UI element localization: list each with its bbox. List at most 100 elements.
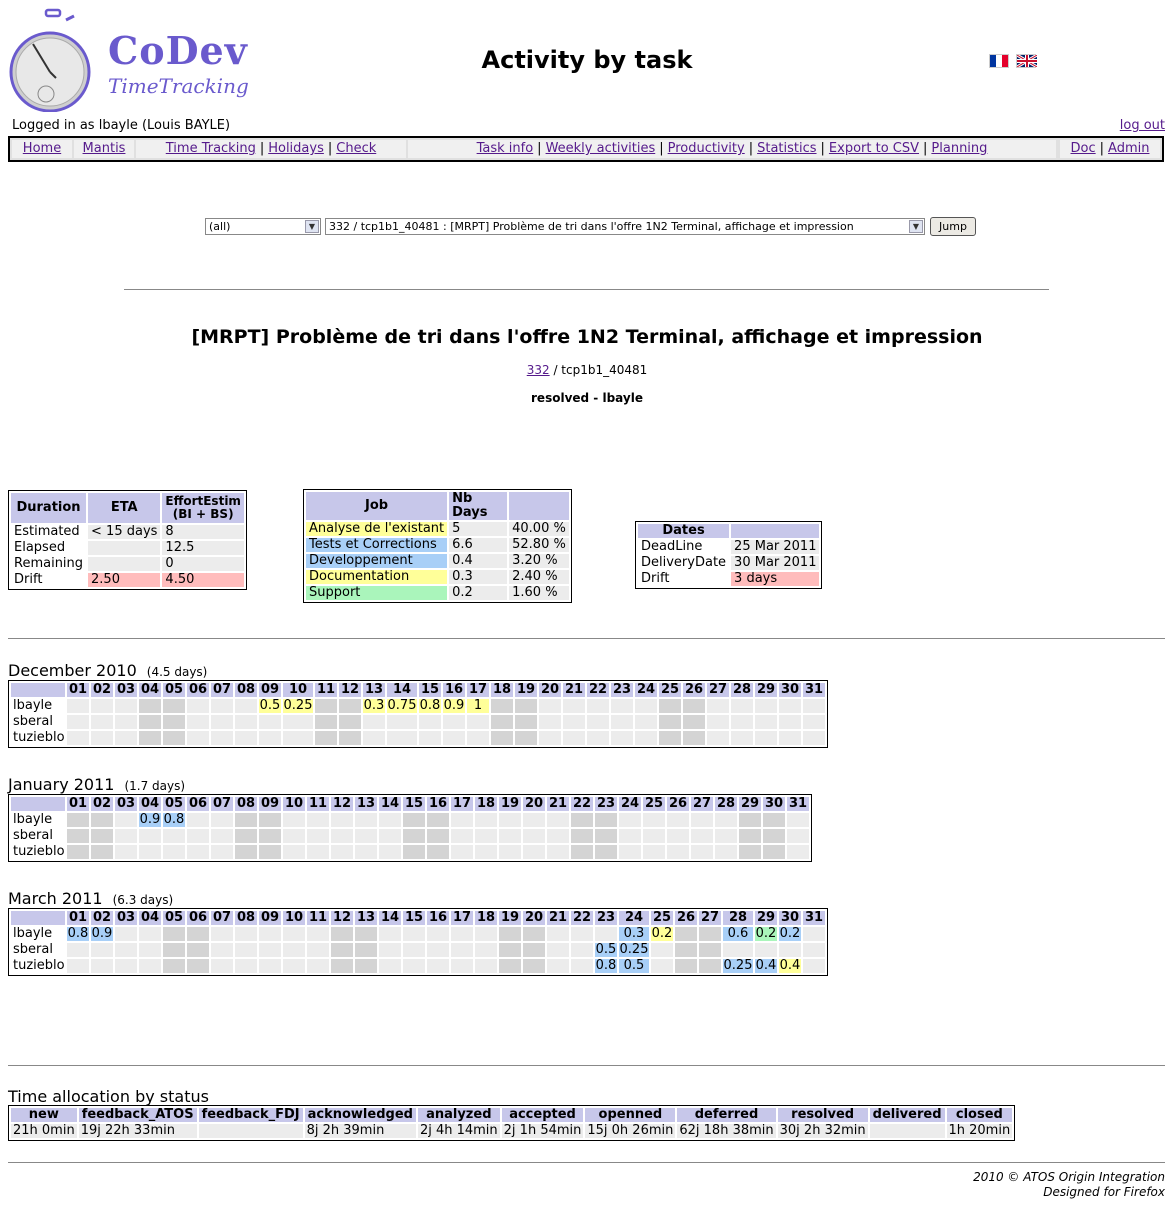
calendar-header-row: 01 02 03 04 05 06 07 08 09 10 11 12 13 14 15 16 17 18 19 20…	[11, 911, 825, 925]
day-cell	[259, 959, 281, 973]
day-cell: 0.5	[619, 959, 649, 973]
nav-holidays-link[interactable]: Holidays	[268, 141, 324, 156]
day-header: 11	[307, 910, 329, 925]
nav-doc-link[interactable]: Doc	[1071, 141, 1096, 156]
user-column-header	[11, 683, 65, 697]
day-cell	[187, 715, 209, 729]
day-header: 10	[283, 910, 305, 925]
day-cell	[307, 829, 329, 843]
table-row: Developpement 0.4 3.20 %	[306, 554, 569, 568]
day-cell	[595, 845, 617, 859]
day-header: 01	[67, 796, 89, 811]
day-cell	[803, 699, 825, 713]
day-cell	[499, 927, 521, 941]
day-cell	[363, 731, 385, 745]
day-cell	[427, 927, 449, 941]
nav-task-info-link[interactable]: Task info	[477, 141, 534, 156]
day-cell	[651, 943, 673, 957]
day-cell	[339, 699, 361, 713]
day-header: 26	[667, 796, 689, 811]
day-cell	[667, 813, 689, 827]
day-cell	[451, 829, 473, 843]
effort-header: EffortEstim (BI + BS)	[162, 493, 244, 523]
task-status: resolved - lbayle	[531, 391, 643, 405]
day-cell	[331, 813, 353, 827]
day-cell: 0.25	[283, 698, 313, 713]
row-label: Drift	[11, 573, 87, 587]
day-header: 14	[379, 796, 401, 811]
nav-admin-link[interactable]: Admin	[1108, 141, 1149, 156]
divider	[8, 1162, 1165, 1163]
user-name: sberal	[11, 943, 65, 957]
nav-planning-link[interactable]: Planning	[931, 141, 987, 156]
task-select[interactable]: 332 / tcp1b1_40481 : [MRPT] Problème de …	[325, 218, 925, 235]
uk-flag-icon[interactable]	[1016, 54, 1037, 68]
day-header: 30	[779, 682, 801, 697]
duration-table: Duration ETA EffortEstim (BI + BS) Estim…	[8, 490, 247, 590]
day-header: 04	[139, 910, 161, 925]
nav-statistics-link[interactable]: Statistics	[757, 141, 816, 156]
day-cell	[235, 845, 257, 859]
job-percent: 3.20 %	[509, 554, 569, 568]
day-cell	[379, 813, 401, 827]
day-cell: 0.8	[595, 958, 617, 973]
jump-button[interactable]: Jump	[930, 217, 976, 236]
day-header: 13	[355, 796, 377, 811]
nav-home-link[interactable]: Home	[23, 141, 61, 156]
effort-value: 0	[162, 557, 244, 571]
day-header: 29	[739, 796, 761, 811]
day-cell	[691, 845, 713, 859]
day-cell	[139, 943, 161, 957]
task-id-link[interactable]: 332	[527, 363, 550, 377]
day-cell	[379, 927, 401, 941]
day-cell	[595, 927, 617, 941]
row-label: DeadLine	[638, 540, 730, 554]
day-cell	[595, 829, 617, 843]
day-header: 03	[115, 796, 137, 811]
day-cell	[427, 829, 449, 843]
day-cell	[115, 829, 137, 843]
day-header: 18	[475, 796, 497, 811]
day-cell	[619, 829, 641, 843]
day-cell	[515, 715, 537, 729]
day-header: 25	[643, 796, 665, 811]
day-cell	[643, 813, 665, 827]
day-cell	[403, 813, 425, 827]
day-header: 02	[91, 910, 113, 925]
day-cell	[803, 927, 825, 941]
day-header: 16	[427, 910, 449, 925]
nav-export-csv-link[interactable]: Export to CSV	[829, 141, 919, 156]
day-cell: 0.9	[443, 698, 465, 713]
day-cell	[499, 845, 521, 859]
calendar-header-row: 01 02 03 04 05 06 07 08 09 10 11 12 13 14 15 16 17 18 19 20…	[11, 797, 809, 811]
month-total: (6.3 days)	[112, 893, 174, 907]
day-header: 23	[595, 796, 617, 811]
nav-time-tracking-link[interactable]: Time Tracking	[166, 141, 256, 156]
nav-check-link[interactable]: Check	[336, 141, 376, 156]
logged-in-text: Logged in as lbayle (Louis BAYLE)	[12, 118, 231, 133]
day-cell	[331, 959, 353, 973]
day-cell	[523, 845, 545, 859]
nav-weekly-activities-link[interactable]: Weekly activities	[546, 141, 656, 156]
french-flag-icon[interactable]	[989, 54, 1009, 68]
user-name: lbayle	[11, 699, 65, 713]
eta-drift-value: 2.50	[88, 573, 161, 587]
day-cell: 0.8	[67, 926, 89, 941]
day-cell	[91, 699, 113, 713]
day-header: 03	[115, 910, 137, 925]
day-cell	[187, 829, 209, 843]
project-select[interactable]: (all) ▼	[205, 218, 321, 235]
nav-productivity-link[interactable]: Productivity	[668, 141, 745, 156]
table-row: Tests et Corrections 6.6 52.80 %	[306, 538, 569, 552]
day-cell	[619, 845, 641, 859]
day-cell	[515, 731, 537, 745]
day-cell	[379, 829, 401, 843]
status-duration: 8j 2h 39min	[304, 1124, 416, 1138]
month-name: January 2011	[8, 775, 115, 794]
day-cell	[307, 943, 329, 957]
table-row: tuzieblo 0.8 0.5 0.25 0.4 0.4	[11, 959, 825, 973]
day-cell: 0.3	[619, 927, 649, 941]
day-cell	[283, 927, 305, 941]
nav-mantis-link[interactable]: Mantis	[83, 141, 126, 156]
logout-link[interactable]: log out	[1120, 118, 1165, 133]
